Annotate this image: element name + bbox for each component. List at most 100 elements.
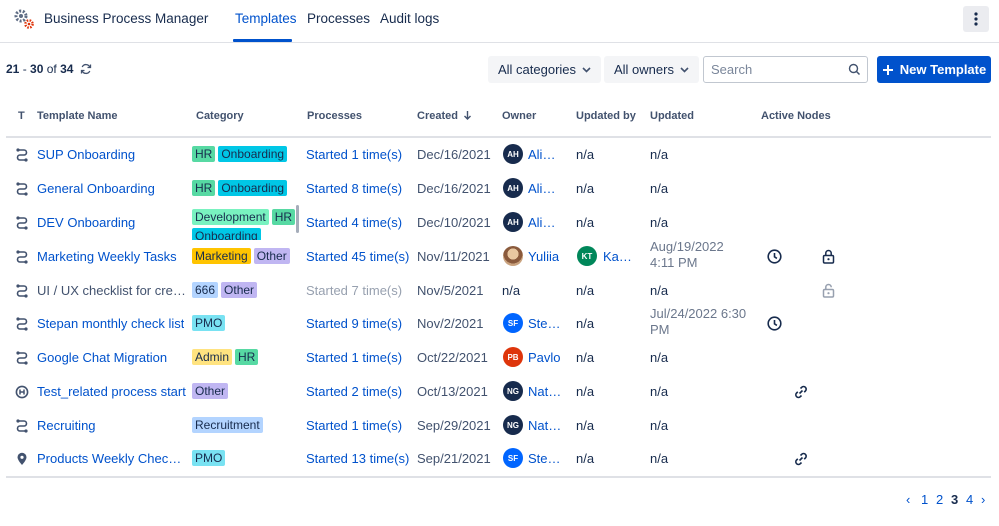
category-tag[interactable]: Marketing — [192, 248, 251, 264]
pagination-next-button[interactable]: › — [981, 492, 985, 507]
processes-link[interactable]: Started 7 time(s) — [306, 283, 402, 298]
category-tag[interactable]: 666 — [192, 282, 218, 298]
template-name-link[interactable]: Stepan monthly check list — [37, 316, 184, 331]
category-tag[interactable]: Other — [192, 383, 228, 399]
header-type[interactable]: T — [18, 110, 25, 122]
updated-date: n/a — [650, 283, 668, 298]
header-owner[interactable]: Owner — [502, 110, 536, 122]
processes-link[interactable]: Started 13 time(s) — [306, 451, 409, 466]
header-processes[interactable]: Processes — [307, 110, 362, 122]
category-tag[interactable]: HR — [192, 180, 215, 196]
pagination-page[interactable]: 1 — [921, 492, 928, 507]
owner-link[interactable]: Yuliia — [528, 249, 559, 264]
category-tag[interactable]: PMO — [192, 450, 225, 466]
owner-link[interactable]: Pavlo — [528, 350, 561, 365]
header-updated-by[interactable]: Updated by — [576, 110, 636, 122]
table-row[interactable]: UI / UX checklist for creating design 66… — [0, 274, 999, 308]
category-tag[interactable]: Onboarding — [192, 228, 261, 240]
owner-link[interactable]: Alina Huk — [528, 181, 562, 196]
template-name-link[interactable]: General Onboarding — [37, 181, 155, 196]
category-tag[interactable]: PMO — [192, 315, 225, 331]
updated-date: n/a — [650, 350, 668, 365]
processes-link[interactable]: Started 1 time(s) — [306, 350, 402, 365]
tab-audit-logs[interactable]: Audit logs — [380, 11, 439, 26]
category-tag[interactable]: Development — [192, 209, 269, 225]
processes-link[interactable]: Started 4 time(s) — [306, 215, 402, 230]
updated-date: n/a — [650, 147, 668, 162]
table-row[interactable]: General Onboarding HR Onboarding Started… — [0, 172, 999, 206]
app-title: Business Process Manager — [44, 11, 208, 26]
template-name-link[interactable]: UI / UX checklist for creating design — [37, 283, 187, 298]
new-template-button[interactable]: New Template — [877, 56, 991, 83]
template-name-link[interactable]: Test_related process start — [37, 384, 186, 399]
category-tags: Recruitment — [192, 417, 298, 433]
template-name-link[interactable]: DEV Onboarding — [37, 215, 135, 230]
table-row[interactable]: Marketing Weekly Tasks Marketing Other S… — [0, 240, 999, 274]
owner-link[interactable]: Stepan — [528, 316, 562, 331]
owner-link[interactable]: Alina Huk — [528, 147, 562, 162]
template-name-link[interactable]: Recruiting — [37, 418, 96, 433]
pagination-page[interactable]: 4 — [966, 492, 973, 507]
search-input[interactable] — [711, 62, 841, 77]
header-template-name[interactable]: Template Name — [37, 110, 118, 122]
category-tag[interactable]: HR — [272, 209, 295, 225]
processes-link[interactable]: Started 9 time(s) — [306, 316, 402, 331]
category-tag[interactable]: HR — [235, 349, 258, 365]
category-tags: Other — [192, 383, 298, 399]
table-row[interactable]: Test_related process start Other Started… — [0, 375, 999, 409]
category-tag[interactable]: Other — [221, 282, 257, 298]
table-row[interactable]: Google Chat Migration Admin HR Started 1… — [0, 341, 999, 375]
processes-link[interactable]: Started 1 time(s) — [306, 418, 402, 433]
pagination-page[interactable]: 2 — [936, 492, 943, 507]
table-row[interactable]: Stepan monthly check list PMO Started 9 … — [0, 307, 999, 341]
updated-date: Jul/24/2022 6:30 PM — [650, 306, 750, 338]
categories-filter[interactable]: All categories — [488, 56, 601, 83]
processes-link[interactable]: Started 45 time(s) — [306, 249, 409, 264]
template-name-link[interactable]: SUP Onboarding — [37, 147, 135, 162]
template-name-link[interactable]: Marketing Weekly Tasks — [37, 249, 177, 264]
link-icon[interactable] — [793, 384, 809, 400]
clock-icon[interactable] — [767, 249, 782, 264]
table-row[interactable]: SUP Onboarding HR Onboarding Started 1 t… — [0, 138, 999, 172]
category-tag[interactable]: Admin — [192, 349, 232, 365]
processes-link[interactable]: Started 2 time(s) — [306, 384, 402, 399]
link-icon[interactable] — [793, 451, 809, 467]
category-tag[interactable]: Other — [254, 248, 290, 264]
category-tag[interactable]: Recruitment — [192, 417, 263, 433]
processes-link[interactable]: Started 1 time(s) — [306, 147, 402, 162]
category-tag[interactable]: HR — [192, 146, 215, 162]
tab-templates[interactable]: Templates — [235, 11, 297, 26]
updated-date: Aug/19/2022 4:11 PM — [650, 239, 750, 271]
more-vertical-icon — [974, 12, 978, 26]
category-tag[interactable]: Onboarding — [218, 146, 287, 162]
tab-processes[interactable]: Processes — [307, 11, 370, 26]
categories-filter-label: All categories — [498, 62, 576, 77]
pagination-page-current[interactable]: 3 — [951, 492, 958, 507]
table-row[interactable]: Products Weekly Check list PMO Started 1… — [0, 442, 999, 476]
pagination-prev-button[interactable]: ‹ — [906, 492, 910, 507]
unlock-icon[interactable] — [822, 283, 835, 298]
owner-link[interactable]: Natalia — [528, 384, 562, 399]
category-scrollbar[interactable] — [296, 205, 299, 233]
more-menu-button[interactable] — [963, 6, 989, 32]
table-row[interactable]: Recruiting Recruitment Started 1 time(s)… — [0, 409, 999, 443]
owner-link[interactable]: Natalia — [528, 418, 562, 433]
header-updated[interactable]: Updated — [650, 110, 694, 122]
template-name-link[interactable]: Products Weekly Check list — [37, 451, 187, 466]
owner-link[interactable]: Alina Huk — [528, 215, 562, 230]
processes-link[interactable]: Started 8 time(s) — [306, 181, 402, 196]
process-icon — [15, 419, 29, 433]
header-created[interactable]: Created — [417, 110, 472, 122]
refresh-icon[interactable] — [80, 63, 92, 75]
chevron-down-icon — [582, 67, 591, 73]
clock-icon[interactable] — [767, 316, 782, 331]
owners-filter[interactable]: All owners — [604, 56, 699, 83]
table-row[interactable]: DEV Onboarding Development HR Onboarding… — [0, 206, 999, 240]
category-tag[interactable]: Onboarding — [218, 180, 287, 196]
range-start: 21 — [6, 62, 19, 76]
search-field[interactable] — [703, 56, 868, 83]
owner-link[interactable]: Stepan — [528, 451, 562, 466]
template-name-link[interactable]: Google Chat Migration — [37, 350, 167, 365]
lock-icon[interactable] — [822, 249, 835, 264]
updated-by-link[interactable]: Karyna — [603, 249, 635, 264]
